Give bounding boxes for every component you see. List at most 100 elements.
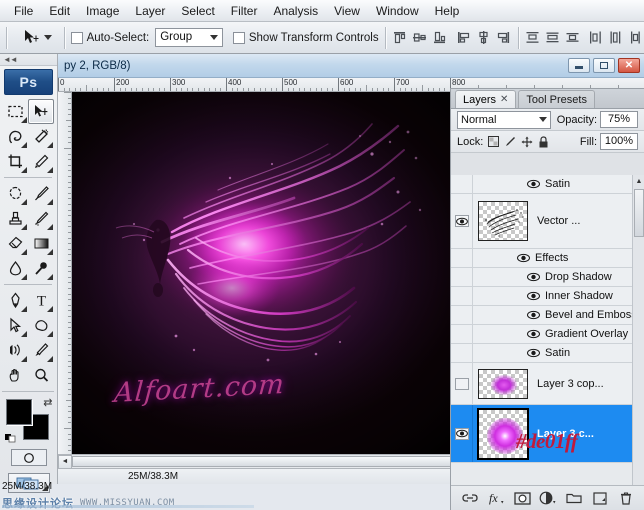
distribute-vertical-centers-icon[interactable]	[544, 29, 561, 46]
layer-visibility-col[interactable]	[451, 405, 473, 462]
pen-tool[interactable]	[2, 288, 28, 313]
add-layer-mask-icon[interactable]	[513, 489, 531, 507]
tool-preset-picker[interactable]	[13, 22, 58, 53]
align-left-edges-icon[interactable]	[455, 29, 472, 46]
maximize-button[interactable]	[593, 58, 615, 73]
layer-visibility-col[interactable]	[451, 363, 473, 404]
eyedropper-tool[interactable]	[28, 338, 54, 363]
menu-item-image[interactable]: Image	[78, 1, 127, 21]
eye-icon[interactable]	[527, 310, 540, 320]
menu-item-help[interactable]: Help	[427, 1, 468, 21]
fill-input[interactable]: 100%	[600, 133, 638, 150]
scroll-left-arrow-icon[interactable]: ◄	[58, 454, 72, 469]
healing-brush-tool[interactable]	[2, 181, 28, 206]
delete-layer-icon[interactable]	[617, 489, 635, 507]
scroll-thumb[interactable]	[634, 189, 644, 237]
layer-effect-row[interactable]: Gradient Overlay	[451, 325, 644, 344]
eye-icon[interactable]	[454, 215, 469, 227]
lock-position-icon[interactable]	[521, 136, 533, 148]
history-brush-tool[interactable]	[28, 206, 54, 231]
layer-thumbnail[interactable]	[478, 368, 528, 399]
new-adjustment-layer-icon[interactable]	[539, 489, 557, 507]
layer-effect-row[interactable]: Bevel and Emboss	[451, 306, 644, 325]
layer-name[interactable]: Vector ...	[533, 215, 580, 227]
shape-tool[interactable]	[28, 313, 54, 338]
swap-colors-icon[interactable]: ⇄	[43, 396, 52, 409]
path-selection-tool[interactable]	[2, 313, 28, 338]
lock-image-pixels-icon[interactable]	[504, 136, 516, 147]
effects-group-row[interactable]: Effects	[451, 249, 644, 268]
distribute-bottom-edges-icon[interactable]	[564, 29, 581, 46]
menu-item-select[interactable]: Select	[173, 1, 222, 21]
layer-effect-row[interactable]: Satin	[451, 175, 644, 194]
distribute-horizontal-centers-icon[interactable]	[607, 29, 624, 46]
eye-icon[interactable]	[527, 348, 540, 358]
eye-icon-off[interactable]	[454, 377, 469, 390]
eye-icon[interactable]	[527, 272, 540, 282]
minimize-button[interactable]	[568, 58, 590, 73]
rectangular-marquee-tool[interactable]	[2, 99, 28, 124]
distribute-top-edges-icon[interactable]	[524, 29, 541, 46]
menu-item-analysis[interactable]: Analysis	[265, 1, 326, 21]
brush-tool[interactable]	[28, 181, 54, 206]
layer-visibility-col[interactable]	[451, 194, 473, 248]
toolbox-collapse-handle[interactable]: ◄◄	[0, 54, 57, 66]
new-layer-icon[interactable]	[591, 489, 609, 507]
clone-stamp-tool[interactable]	[2, 206, 28, 231]
eraser-tool[interactable]	[2, 231, 28, 256]
auto-select-checkbox[interactable]	[70, 31, 83, 44]
layer-effect-row[interactable]: Inner Shadow	[451, 287, 644, 306]
layer-effect-row[interactable]: Drop Shadow	[451, 268, 644, 287]
slice-tool[interactable]	[28, 149, 54, 174]
menu-item-edit[interactable]: Edit	[41, 1, 78, 21]
layer-effect-row[interactable]: Satin	[451, 344, 644, 363]
eye-icon[interactable]	[527, 329, 540, 339]
close-icon[interactable]: ✕	[500, 94, 508, 105]
eye-icon[interactable]	[454, 427, 469, 440]
menu-item-window[interactable]: Window	[368, 1, 427, 21]
layer-row[interactable]: Vector ... fx	[451, 194, 644, 249]
distribute-left-edges-icon[interactable]	[587, 29, 604, 46]
blend-mode-dropdown[interactable]: Normal	[457, 110, 551, 129]
link-layers-icon[interactable]	[461, 489, 479, 507]
document-title-bar[interactable]: py 2, RGB/8) ✕	[58, 54, 644, 78]
layer-thumbnail[interactable]	[478, 201, 528, 241]
vertical-ruler[interactable]	[58, 92, 72, 468]
close-button[interactable]: ✕	[618, 58, 640, 73]
layer-name[interactable]: Layer 3 cop...	[533, 378, 604, 390]
menu-item-view[interactable]: View	[326, 1, 368, 21]
layers-panel-scrollbar[interactable]: ▲	[632, 175, 644, 486]
layer-row[interactable]: Layer 3 cop...	[451, 363, 644, 405]
align-top-edges-icon[interactable]	[391, 29, 408, 46]
new-group-icon[interactable]	[565, 489, 583, 507]
auto-select-dropdown[interactable]: Group	[155, 28, 224, 47]
hand-tool[interactable]	[2, 363, 28, 388]
show-transform-checkbox[interactable]	[232, 31, 245, 44]
type-tool[interactable]: T	[28, 288, 54, 313]
crop-tool[interactable]	[2, 149, 28, 174]
notes-tool[interactable]	[2, 338, 28, 363]
eye-icon[interactable]	[527, 291, 540, 301]
lasso-tool[interactable]	[2, 124, 28, 149]
artboard[interactable]: Alfoart.com	[72, 92, 456, 468]
distribute-right-edges-icon[interactable]	[627, 29, 644, 46]
menu-item-layer[interactable]: Layer	[127, 1, 173, 21]
menu-item-filter[interactable]: Filter	[223, 1, 266, 21]
eye-icon[interactable]	[527, 179, 540, 189]
tab-tool-presets[interactable]: Tool Presets	[518, 90, 595, 108]
foreground-color-swatch[interactable]	[5, 399, 32, 425]
zoom-tool[interactable]	[28, 363, 54, 388]
opacity-input[interactable]: 75%	[600, 111, 638, 128]
tab-layers[interactable]: Layers ✕	[455, 90, 517, 108]
quick-mask-mode[interactable]	[10, 449, 47, 466]
align-bottom-edges-icon[interactable]	[431, 29, 448, 46]
align-vertical-centers-icon[interactable]	[411, 29, 428, 46]
gradient-tool[interactable]	[28, 231, 54, 256]
align-right-edges-icon[interactable]	[495, 29, 512, 46]
add-layer-style-icon[interactable]: fx	[487, 489, 505, 507]
dodge-tool[interactable]	[28, 256, 54, 281]
menu-item-file[interactable]: File	[6, 1, 41, 21]
eye-icon[interactable]	[517, 253, 530, 263]
blur-tool[interactable]	[2, 256, 28, 281]
lock-transparent-pixels-icon[interactable]	[488, 136, 500, 147]
